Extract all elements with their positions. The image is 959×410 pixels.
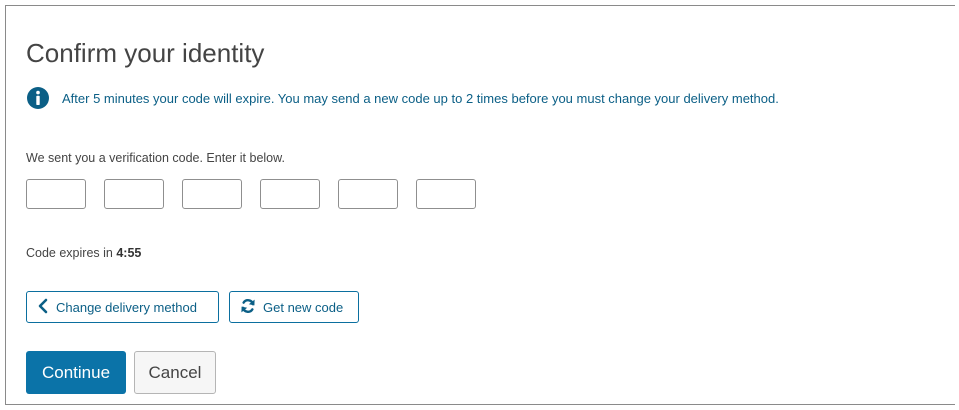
code-digit-1[interactable]	[26, 179, 86, 209]
identity-panel: Confirm your identity After 5 minutes yo…	[5, 5, 955, 405]
refresh-icon	[240, 298, 256, 317]
code-digit-5[interactable]	[338, 179, 398, 209]
info-circle-icon	[26, 86, 50, 110]
code-inputs	[26, 179, 476, 209]
change-delivery-method-button[interactable]: Change delivery method	[26, 291, 219, 323]
code-expiry: Code expires in 4:55	[26, 246, 141, 260]
change-delivery-method-label: Change delivery method	[56, 299, 197, 315]
code-digit-2[interactable]	[104, 179, 164, 209]
code-expiry-label: Code expires in	[26, 246, 117, 260]
page-title: Confirm your identity	[26, 38, 265, 68]
continue-button[interactable]: Continue	[26, 351, 126, 394]
code-expiry-timer: 4:55	[116, 246, 142, 260]
info-message: After 5 minutes your code will expire. Y…	[26, 85, 779, 111]
verification-instruction: We sent you a verification code. Enter i…	[26, 151, 285, 165]
chevron-left-icon	[37, 298, 49, 317]
code-digit-4[interactable]	[260, 179, 320, 209]
code-digit-3[interactable]	[182, 179, 242, 209]
cancel-button[interactable]: Cancel	[134, 351, 216, 394]
code-digit-6[interactable]	[416, 179, 476, 209]
get-new-code-label: Get new code	[263, 299, 344, 315]
get-new-code-button[interactable]: Get new code	[229, 291, 359, 323]
info-text: After 5 minutes your code will expire. Y…	[62, 90, 779, 106]
